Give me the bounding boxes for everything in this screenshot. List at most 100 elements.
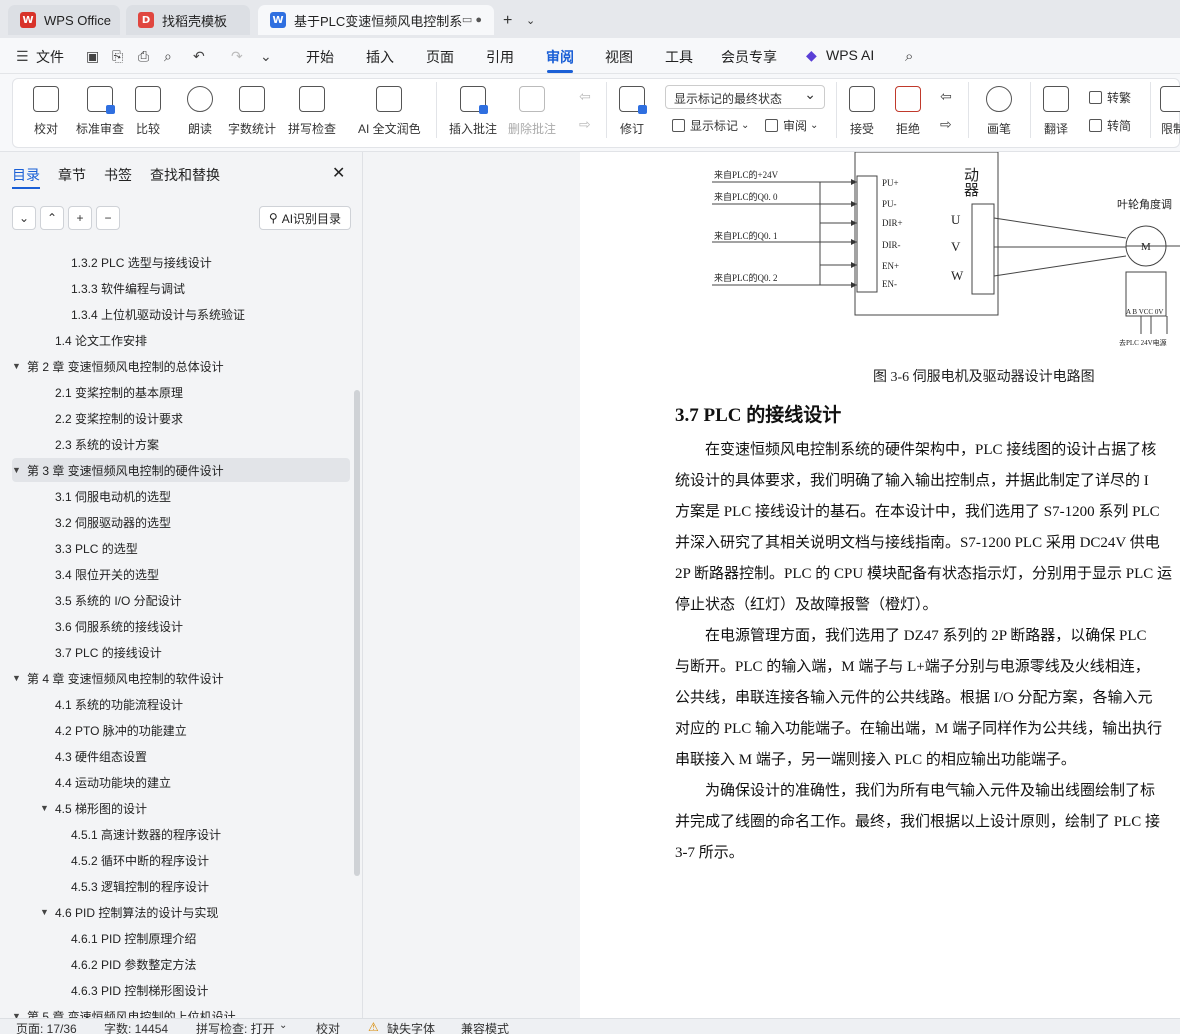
toc-item[interactable]: 3.4 限位开关的选型	[12, 562, 350, 586]
toc-item[interactable]: 4.6.1 PID 控制原理介绍	[12, 926, 350, 950]
toc-item[interactable]: 3.1 伺服电动机的选型	[12, 484, 350, 508]
save-icon[interactable]: ▣	[86, 48, 99, 65]
toc-item[interactable]: 4.5.1 高速计数器的程序设计	[12, 822, 350, 846]
toc-item[interactable]: 2.1 变桨控制的基本原理	[12, 380, 350, 404]
expand-triangle-icon[interactable]: ▼	[40, 803, 49, 813]
prev-comment-icon[interactable]: ⇦	[579, 88, 591, 105]
toc-item[interactable]: 4.5.2 循环中断的程序设计	[12, 848, 350, 872]
markup-mode-select[interactable]: 显示标记的最终状态	[665, 85, 825, 109]
toc-item[interactable]: ▼ 第 2 章 变速恒频风电控制的总体设计	[12, 354, 350, 378]
menu-wps-ai[interactable]: WPS AI	[826, 47, 874, 63]
print-preview-icon[interactable]: ⌕	[164, 48, 172, 65]
page-indicator[interactable]: 页面: 17/36	[16, 1020, 77, 1034]
hamburger-icon[interactable]: ☰	[16, 48, 29, 65]
toc-item[interactable]: 4.6.3 PID 控制梯形图设计	[12, 978, 350, 1002]
insert-comment-button[interactable]: 插入批注	[449, 86, 497, 137]
word-count-button[interactable]: 字数统计	[228, 86, 276, 137]
remove-heading-button[interactable]: −	[96, 206, 120, 230]
close-icon[interactable]: ✕	[332, 163, 345, 183]
translate-button[interactable]: 翻译	[1043, 86, 1069, 137]
toc-item[interactable]: 1.4 论文工作安排	[12, 328, 350, 352]
tab-list-chevron-icon[interactable]: ⌄	[526, 14, 535, 27]
toc-item[interactable]: 3.3 PLC 的选型	[12, 536, 350, 560]
toc-item[interactable]: 1.3.3 软件编程与调试	[12, 276, 350, 300]
next-change-icon[interactable]: ⇨	[940, 116, 952, 133]
to-simplified-button[interactable]: 转简	[1089, 117, 1131, 134]
reject-button[interactable]: 拒绝	[895, 86, 921, 137]
search-icon[interactable]: ⌕	[905, 48, 913, 65]
toc-item[interactable]: 1.3.4 上位机驱动设计与系统验证	[12, 302, 350, 326]
tab-docer[interactable]: D 找稻壳模板	[126, 5, 250, 35]
sidebar-scrollbar[interactable]	[354, 390, 360, 876]
next-comment-icon[interactable]: ⇨	[579, 116, 591, 133]
review-pane-button[interactable]: 审阅 ⌄	[765, 117, 818, 134]
menu-page[interactable]: 页面	[426, 47, 454, 67]
read-aloud-button[interactable]: 朗读	[187, 86, 213, 137]
toc-item[interactable]: 4.5.3 逻辑控制的程序设计	[12, 874, 350, 898]
toc-item-label: 第 4 章 变速恒频风电控制的软件设计	[27, 671, 224, 686]
toc-item[interactable]: 4.1 系统的功能流程设计	[12, 692, 350, 716]
expand-triangle-icon[interactable]: ▼	[40, 907, 49, 917]
track-changes-button[interactable]: 修订	[619, 86, 647, 137]
spell-check-indicator[interactable]: 拼写检查: 打开	[196, 1020, 275, 1034]
menu-tools[interactable]: 工具	[665, 47, 693, 67]
expand-triangle-icon[interactable]: ▼	[12, 673, 21, 683]
accept-button[interactable]: 接受	[849, 86, 875, 137]
menu-file[interactable]: 文件	[36, 47, 64, 67]
menu-insert[interactable]: 插入	[366, 47, 394, 67]
toc-item[interactable]: 3.5 系统的 I/O 分配设计	[12, 588, 350, 612]
proofread-button[interactable]: 校对	[33, 86, 59, 137]
ai-polish-button[interactable]: AI 全文润色	[358, 86, 421, 137]
quick-access-chevron-icon[interactable]: ⌄	[260, 48, 272, 65]
toc-item[interactable]: 1.3.2 PLC 选型与接线设计	[12, 250, 350, 274]
show-markup-button[interactable]: 显示标记 ⌄	[672, 117, 749, 134]
export-icon[interactable]: ⎘	[112, 48, 123, 65]
toc-item[interactable]: 4.6.2 PID 参数整定方法	[12, 952, 350, 976]
print-icon[interactable]: ⎙	[138, 48, 149, 65]
restrict-button[interactable]: 限制	[1160, 86, 1180, 137]
ai-toc-button[interactable]: ⚲ AI识别目录	[259, 206, 351, 230]
toc-item[interactable]: 2.3 系统的设计方案	[12, 432, 350, 456]
toc-item[interactable]: 2.2 变桨控制的设计要求	[12, 406, 350, 430]
missing-font-indicator[interactable]: 缺失字体	[387, 1020, 435, 1034]
menu-home[interactable]: 开始	[306, 47, 334, 67]
compare-button[interactable]: 比较	[135, 86, 161, 137]
sidebar-tab-bookmarks[interactable]: 书签	[104, 165, 132, 185]
standard-review-button[interactable]: 标准审查	[76, 86, 124, 137]
toc-item[interactable]: ▼ 4.5 梯形图的设计	[12, 796, 350, 820]
toc-item[interactable]: ▼ 第 3 章 变速恒频风电控制的硬件设计	[12, 458, 350, 482]
toc-item[interactable]: 3.6 伺服系统的接线设计	[12, 614, 350, 638]
tab-wps-office[interactable]: W WPS Office	[8, 5, 120, 35]
ai-icon: ⚲	[268, 211, 278, 225]
menu-view[interactable]: 视图	[605, 47, 633, 67]
toc-item[interactable]: 4.2 PTO 脉冲的功能建立	[12, 718, 350, 742]
undo-icon[interactable]: ↶	[193, 48, 205, 65]
menu-reference[interactable]: 引用	[486, 47, 514, 67]
sidebar-tab-toc[interactable]: 目录	[12, 165, 40, 185]
to-traditional-button[interactable]: 转繁	[1089, 89, 1131, 106]
prev-change-icon[interactable]: ⇦	[940, 88, 952, 105]
sidebar-tab-chapters[interactable]: 章节	[58, 165, 86, 185]
ink-button[interactable]: 画笔	[986, 86, 1012, 137]
toc-item[interactable]: 3.2 伺服驱动器的选型	[12, 510, 350, 534]
spell-check-button[interactable]: 拼写检查	[288, 86, 336, 137]
expand-triangle-icon[interactable]: ▼	[12, 361, 21, 371]
proof-indicator[interactable]: 校对	[316, 1020, 340, 1034]
toc-item[interactable]: ▼ 4.6 PID 控制算法的设计与实现	[12, 900, 350, 924]
new-tab-icon[interactable]: +	[503, 12, 512, 30]
toc-item[interactable]: 4.3 硬件组态设置	[12, 744, 350, 768]
delete-comment-button[interactable]: 删除批注	[508, 86, 556, 137]
menu-member[interactable]: 会员专享	[721, 47, 777, 67]
collapse-up-button[interactable]: ⌃	[40, 206, 64, 230]
collapse-down-button[interactable]: ⌄	[12, 206, 36, 230]
word-count-indicator[interactable]: 字数: 14454	[104, 1020, 168, 1034]
toc-item[interactable]: 4.4 运动功能块的建立	[12, 770, 350, 794]
toc-item[interactable]: 3.7 PLC 的接线设计	[12, 640, 350, 664]
toc-item[interactable]: ▼ 第 4 章 变速恒频风电控制的软件设计	[12, 666, 350, 690]
expand-triangle-icon[interactable]: ▼	[12, 465, 21, 475]
add-heading-button[interactable]: +	[68, 206, 92, 230]
tab-document[interactable]: W 基于PLC变速恒频风电控制系 ▭ ●	[258, 5, 494, 35]
sidebar-tab-find-replace[interactable]: 查找和替换	[150, 165, 220, 185]
redo-icon[interactable]: ↷	[231, 48, 243, 65]
menu-review[interactable]: 审阅	[546, 47, 574, 67]
